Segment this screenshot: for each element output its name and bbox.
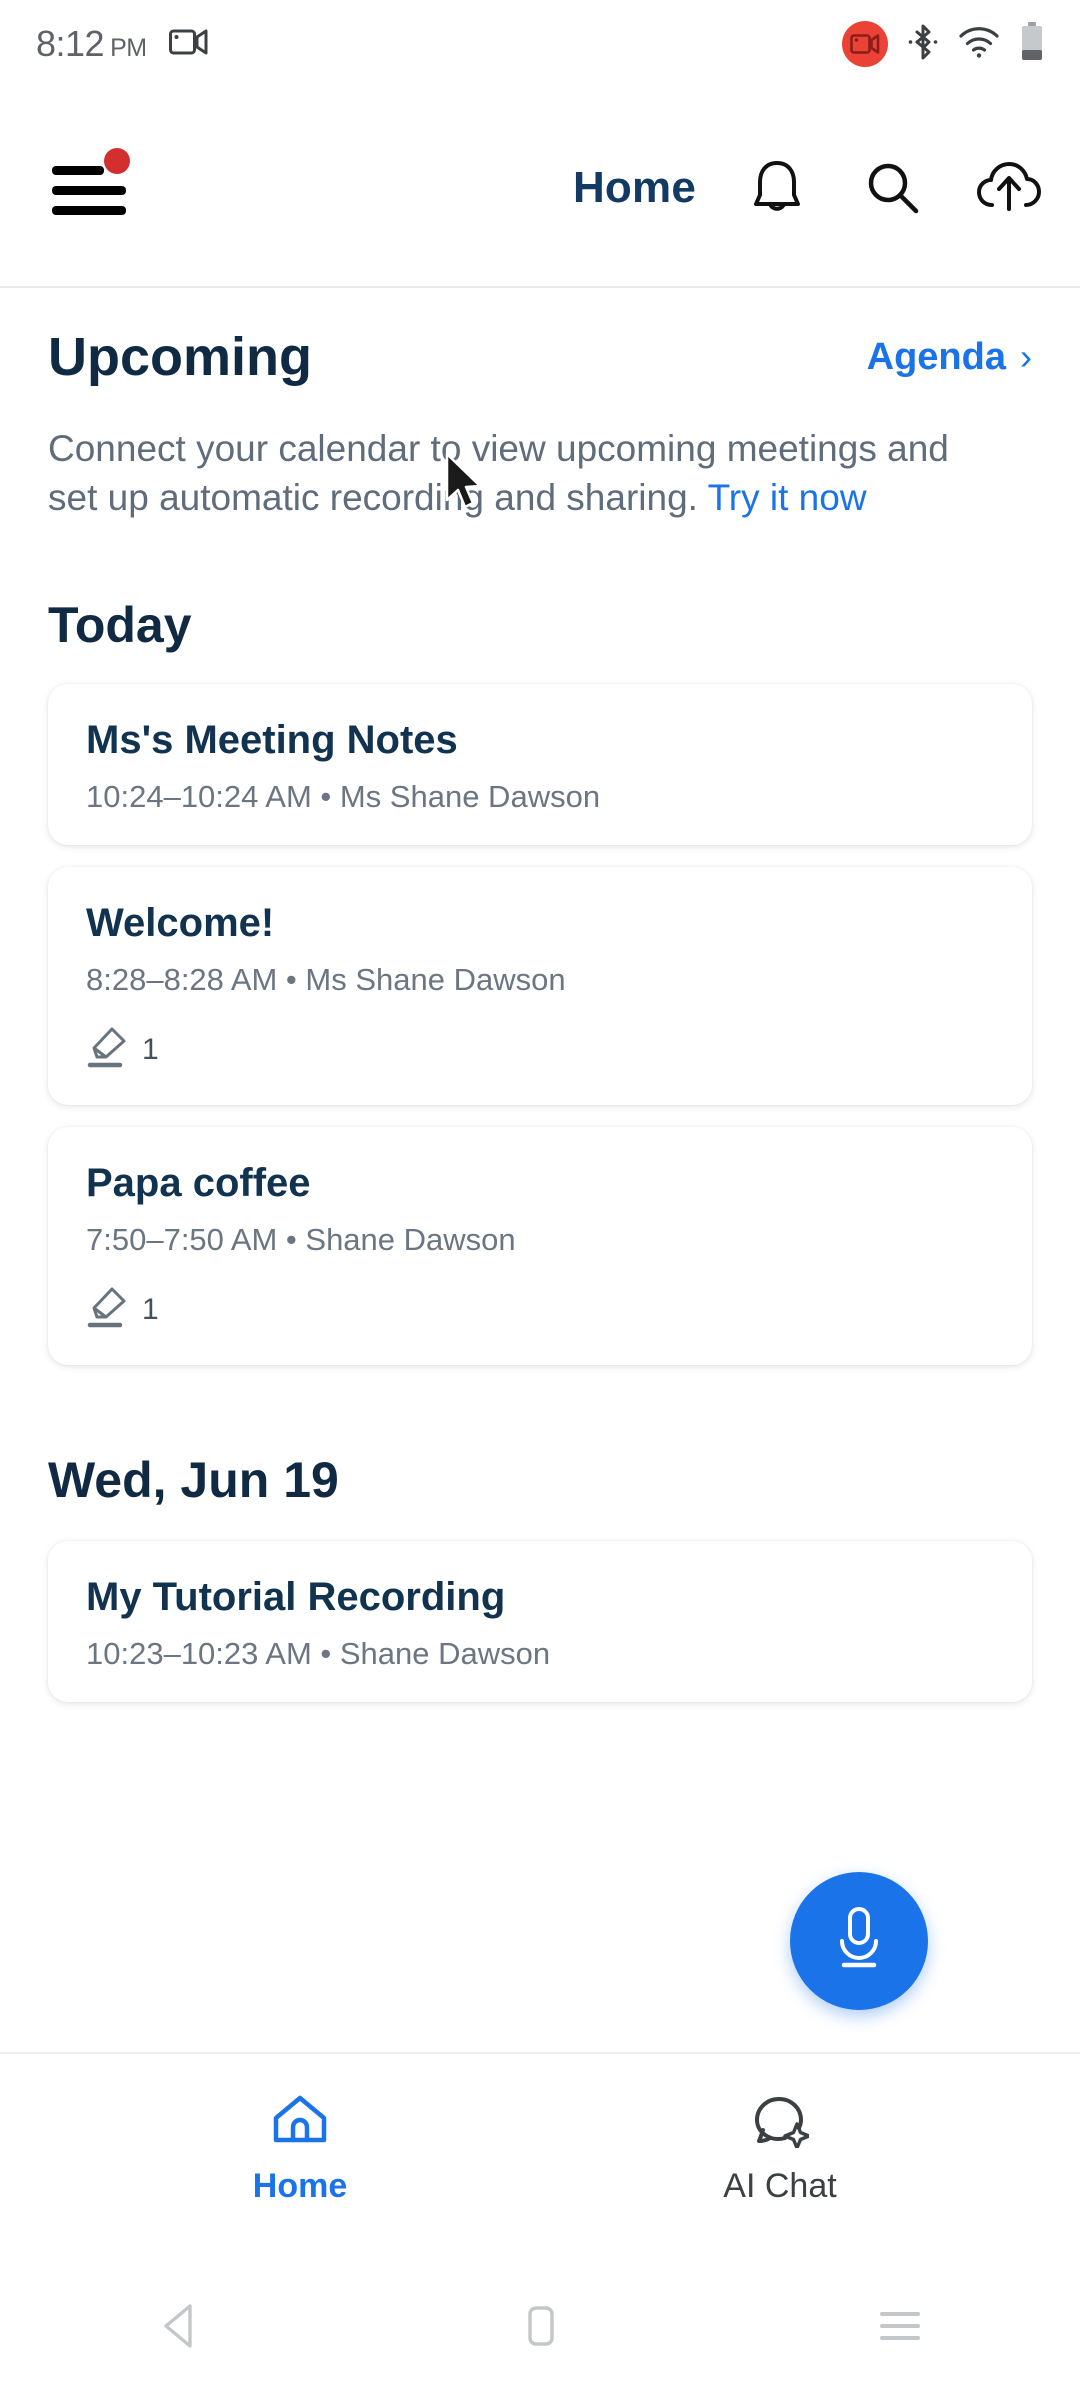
microphone-icon bbox=[828, 1903, 890, 1980]
hamburger-line-3 bbox=[52, 205, 126, 215]
search-icon[interactable] bbox=[858, 153, 928, 223]
notifications-icon[interactable] bbox=[742, 153, 812, 223]
upcoming-heading: Upcoming bbox=[48, 327, 312, 387]
app-bar: Home bbox=[0, 88, 1080, 287]
main-content: Upcoming Agenda › Connect your calendar … bbox=[0, 288, 1080, 2050]
status-bar-ampm: PM bbox=[110, 34, 147, 62]
recording-card-title: Ms's Meeting Notes bbox=[86, 718, 458, 763]
ai-chat-bubble-icon bbox=[751, 2094, 811, 2153]
recording-card[interactable]: Welcome! 8:28–8:28 AM • Ms Shane Dawson … bbox=[48, 867, 1032, 1106]
hamburger-line-1 bbox=[52, 165, 104, 175]
date-heading: Wed, Jun 19 bbox=[48, 1452, 339, 1509]
menu-notification-dot bbox=[104, 147, 130, 174]
status-bar-left: 8:12 PM bbox=[36, 23, 209, 65]
date-card-list: My Tutorial Recording 10:23–10:23 AM • S… bbox=[0, 1541, 1080, 1703]
record-fab-button[interactable] bbox=[790, 1872, 928, 2010]
home-icon bbox=[271, 2094, 329, 2153]
bottom-nav-item-ai-chat[interactable]: AI Chat bbox=[670, 2094, 890, 2206]
agenda-label: Agenda bbox=[866, 335, 1006, 378]
status-bar-right bbox=[842, 21, 1044, 67]
bottom-nav-label-ai-chat: AI Chat bbox=[723, 2167, 837, 2205]
phone-screen: 8:12 PM Home Upcoming Agenda › Connect y… bbox=[0, 0, 1080, 2400]
hamburger-line-2 bbox=[52, 185, 126, 195]
recording-card-subtitle: 8:28–8:28 AM • Ms Shane Dawson bbox=[86, 962, 566, 998]
wifi-icon bbox=[958, 26, 1000, 63]
cloud-upload-icon[interactable] bbox=[974, 153, 1044, 223]
bottom-nav-label-home: Home bbox=[252, 2167, 348, 2205]
mouse-cursor bbox=[444, 452, 486, 514]
camcorder-icon bbox=[168, 26, 209, 63]
status-bar-time: 8:12 bbox=[36, 23, 105, 64]
bluetooth-icon bbox=[908, 22, 938, 67]
screen-record-badge-icon bbox=[842, 21, 888, 67]
hamburger-menu-icon[interactable] bbox=[52, 147, 130, 218]
bottom-nav-item-home[interactable]: Home bbox=[190, 2094, 410, 2206]
upcoming-description: Connect your calendar to view upcoming m… bbox=[0, 424, 1000, 522]
page-title: Home bbox=[572, 162, 696, 212]
recording-card-subtitle: 10:23–10:23 AM • Shane Dawson bbox=[86, 1636, 551, 1672]
recording-card-highlights: 1 bbox=[86, 1284, 994, 1335]
upcoming-header: Upcoming Agenda › bbox=[0, 326, 1080, 388]
agenda-link[interactable]: Agenda › bbox=[867, 336, 1032, 379]
status-bar-clock: 8:12 PM bbox=[36, 23, 147, 65]
recording-card-title: Welcome! bbox=[86, 901, 275, 946]
back-triangle-icon[interactable] bbox=[120, 2281, 240, 2371]
chevron-right-icon: › bbox=[1020, 336, 1032, 377]
recording-card-highlights: 1 bbox=[86, 1024, 994, 1075]
today-heading: Today bbox=[48, 597, 192, 654]
app-bar-actions: Home bbox=[573, 153, 1044, 223]
recording-card[interactable]: Ms's Meeting Notes 10:24–10:24 AM • Ms S… bbox=[48, 684, 1032, 846]
bottom-navigation: Home AI Chat bbox=[0, 2052, 1080, 2252]
recents-lines-icon[interactable] bbox=[840, 2281, 960, 2371]
recording-card-title: My Tutorial Recording bbox=[86, 1575, 506, 1620]
highlight-count: 1 bbox=[142, 1032, 159, 1066]
recording-card[interactable]: My Tutorial Recording 10:23–10:23 AM • S… bbox=[48, 1541, 1032, 1703]
recording-card[interactable]: Papa coffee 7:50–7:50 AM • Shane Dawson … bbox=[48, 1127, 1032, 1366]
battery-icon bbox=[1020, 21, 1044, 67]
highlight-count: 1 bbox=[142, 1292, 159, 1326]
try-it-now-link[interactable]: Try it now bbox=[708, 477, 867, 518]
today-card-list: Ms's Meeting Notes 10:24–10:24 AM • Ms S… bbox=[0, 684, 1080, 1366]
recording-card-title: Papa coffee bbox=[86, 1161, 311, 1206]
recording-card-subtitle: 10:24–10:24 AM • Ms Shane Dawson bbox=[86, 779, 601, 815]
highlighter-icon bbox=[86, 1024, 128, 1075]
recording-card-subtitle: 7:50–7:50 AM • Shane Dawson bbox=[86, 1222, 516, 1258]
home-square-icon[interactable] bbox=[480, 2281, 600, 2371]
android-navigation-bar bbox=[0, 2252, 1080, 2400]
highlighter-icon bbox=[86, 1284, 128, 1335]
status-bar: 8:12 PM bbox=[0, 0, 1080, 88]
